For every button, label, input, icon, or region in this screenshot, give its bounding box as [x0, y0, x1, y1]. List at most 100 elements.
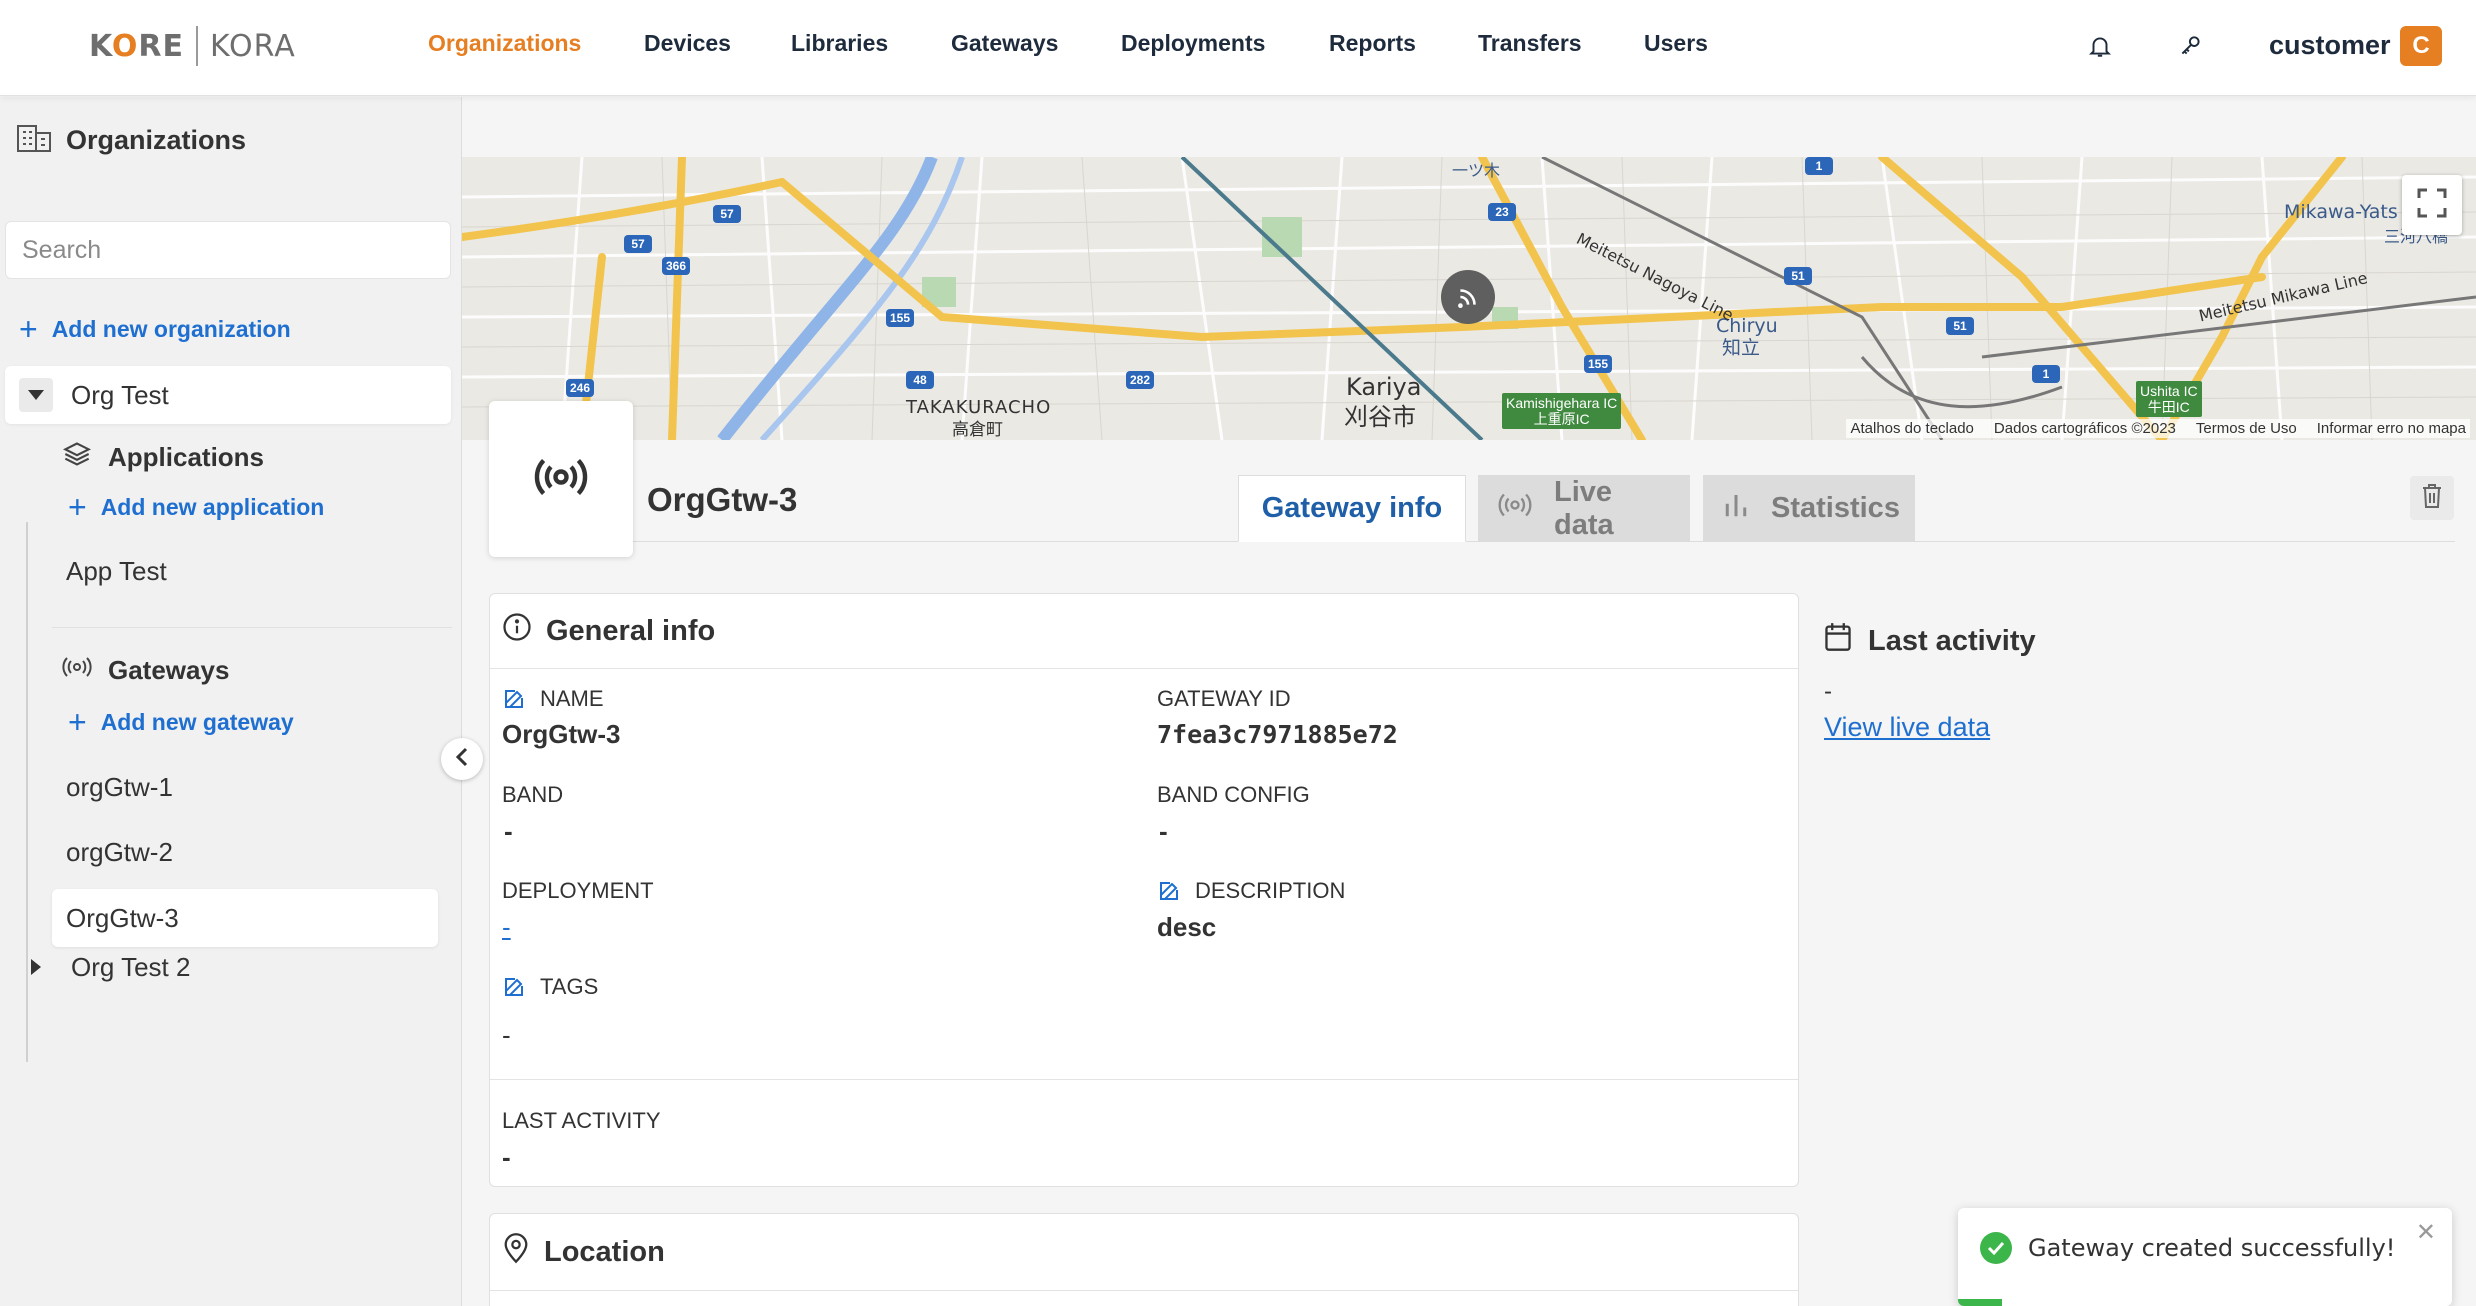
applications-header: Applications: [62, 440, 264, 475]
toast-message: Gateway created successfully!: [2028, 1234, 2396, 1262]
caret-down-icon[interactable]: [19, 378, 53, 412]
org-item-org-test-2[interactable]: Org Test 2: [5, 938, 451, 996]
edit-icon[interactable]: [502, 687, 526, 711]
field-band-config-label-row: BAND CONFIG: [1157, 782, 1310, 808]
nav-devices[interactable]: Devices: [644, 30, 731, 57]
nav-transfers[interactable]: Transfers: [1478, 30, 1582, 57]
map-attribution: Atalhos do teclado Dados cartográficos ©…: [1846, 419, 2470, 438]
list-item-gateway-1[interactable]: orgGtw-1: [52, 758, 438, 816]
delete-gateway-button[interactable]: [2410, 476, 2454, 520]
add-gateway-button[interactable]: + Add new gateway: [68, 706, 294, 738]
tab-live-data[interactable]: Live data: [1478, 475, 1690, 542]
tab-statistics[interactable]: Statistics: [1703, 475, 1915, 542]
map-ic-kamishigehara-en: Kamishigehara IC: [1506, 395, 1618, 411]
route-shield: 51: [1784, 267, 1812, 285]
field-gateway-id-value: 7fea3c7971885e72: [1157, 720, 1398, 749]
gateway-icon-card: [489, 401, 633, 557]
field-description-label-row: DESCRIPTION: [1157, 878, 1345, 904]
plus-icon: +: [68, 704, 87, 740]
map-label-mikawa: Mikawa-Yats: [2284, 201, 2398, 223]
bar-chart-icon: [1721, 490, 1751, 528]
field-deployment-label-row: DEPLOYMENT: [502, 878, 654, 904]
nav-users[interactable]: Users: [1644, 30, 1708, 57]
gateway-map[interactable]: Kariya 刈谷市 TAKAKURACHO 高倉町 Chiryu 知立 Mik…: [462, 157, 2476, 440]
collapse-sidebar-button[interactable]: [441, 738, 483, 780]
map-label-kariya-jp: 刈谷市: [1344, 403, 1416, 431]
field-tags-value: -: [502, 1020, 511, 1050]
field-last-activity-value: -: [502, 1142, 511, 1172]
search-input[interactable]: [5, 221, 451, 279]
panel-divider: [490, 1290, 1798, 1291]
kore-kora-logo[interactable]: KORE KORA: [89, 25, 296, 67]
nav-libraries[interactable]: Libraries: [791, 30, 888, 57]
view-live-data-link[interactable]: View live data: [1824, 712, 1990, 743]
org-item-org-test[interactable]: Org Test: [5, 366, 451, 424]
nav-organizations[interactable]: Organizations: [428, 30, 581, 57]
map-ic-ushita-en: Ushita IC: [2140, 383, 2198, 399]
tab-gateway-info[interactable]: Gateway info: [1238, 475, 1466, 542]
logo-kore: KORE: [89, 28, 185, 64]
field-name-value: OrgGtw-3: [502, 719, 621, 749]
bell-icon[interactable]: [2082, 28, 2118, 64]
map-ic-kamishigehara: Kamishigehara IC 上重原IC: [1502, 393, 1622, 429]
list-item-app-test[interactable]: App Test: [52, 542, 438, 600]
add-gateway-label: Add new gateway: [100, 708, 294, 735]
panel-divider: [490, 668, 1798, 669]
field-name-label-row: NAME: [502, 686, 604, 712]
broadcast-icon: [62, 655, 92, 686]
field-description-label: DESCRIPTION: [1195, 878, 1346, 903]
nav-gateways[interactable]: Gateways: [951, 30, 1058, 57]
map-terms-link[interactable]: Termos de Uso: [2196, 420, 2297, 437]
add-organization-label: Add new organization: [51, 315, 291, 342]
field-gateway-id-label-row: GATEWAY ID: [1157, 686, 1291, 712]
nav-deployments[interactable]: Deployments: [1121, 30, 1265, 57]
list-item-gateway-2[interactable]: orgGtw-2: [52, 823, 438, 881]
field-description-value: desc: [1157, 912, 1217, 942]
toast-progress-bar: [1958, 1299, 2003, 1306]
nav-reports[interactable]: Reports: [1329, 30, 1416, 57]
field-deployment-link[interactable]: -: [502, 912, 511, 943]
field-last-activity-label: LAST ACTIVITY: [502, 1108, 661, 1133]
add-application-button[interactable]: + Add new application: [68, 491, 324, 523]
gateways-title: Gateways: [108, 655, 230, 685]
fullscreen-button[interactable]: [2402, 175, 2462, 235]
map-report-error-link[interactable]: Informar erro no mapa: [2317, 420, 2466, 437]
gateway-title: OrgGtw-3: [647, 481, 798, 518]
edit-icon[interactable]: [1157, 879, 1181, 903]
tab-label: Gateway info: [1261, 492, 1443, 524]
map-keyboard-shortcuts[interactable]: Atalhos do teclado: [1850, 420, 1973, 437]
general-info-title: General info: [546, 614, 716, 647]
plus-icon: +: [68, 489, 87, 525]
edit-icon[interactable]: [502, 975, 526, 999]
map-ic-ushita-jp: 牛田IC: [2147, 399, 2190, 415]
key-icon[interactable]: [2173, 28, 2209, 64]
map-label-takakuracho-jp: 高倉町: [952, 420, 1003, 440]
route-shield: 155: [1584, 355, 1612, 373]
location-panel: Location: [489, 1213, 1799, 1306]
map-data-credit: Dados cartográficos ©2023: [1993, 420, 2176, 437]
route-shield: 48: [906, 371, 934, 389]
caret-right-icon[interactable]: [19, 950, 53, 984]
calendar-icon: [1824, 622, 1852, 660]
add-application-label: Add new application: [100, 493, 325, 520]
last-activity-title: Last activity: [1868, 624, 2036, 657]
close-icon[interactable]: ✕: [2416, 1218, 2436, 1247]
user-name[interactable]: customer: [2269, 30, 2391, 61]
add-organization-button[interactable]: + Add new organization: [19, 313, 291, 345]
route-shield: 57: [713, 205, 741, 223]
panel-divider: [490, 1079, 1798, 1080]
layers-icon: [62, 440, 92, 475]
plus-icon: +: [19, 311, 38, 347]
route-shield: 51: [1946, 317, 1974, 335]
avatar[interactable]: C: [2400, 26, 2442, 66]
trash-icon: [2421, 483, 2443, 514]
info-icon: [502, 612, 532, 650]
applications-title: Applications: [108, 442, 265, 472]
gateway-map-marker[interactable]: [1441, 270, 1495, 324]
tab-label: Statistics: [1771, 492, 1900, 524]
chevron-left-icon: [455, 747, 469, 772]
route-shield: 57: [624, 235, 652, 253]
sidebar: Organizations + Add new organization Org…: [0, 97, 462, 1306]
gateways-header: Gateways: [62, 655, 229, 686]
field-name-label: NAME: [540, 686, 604, 711]
